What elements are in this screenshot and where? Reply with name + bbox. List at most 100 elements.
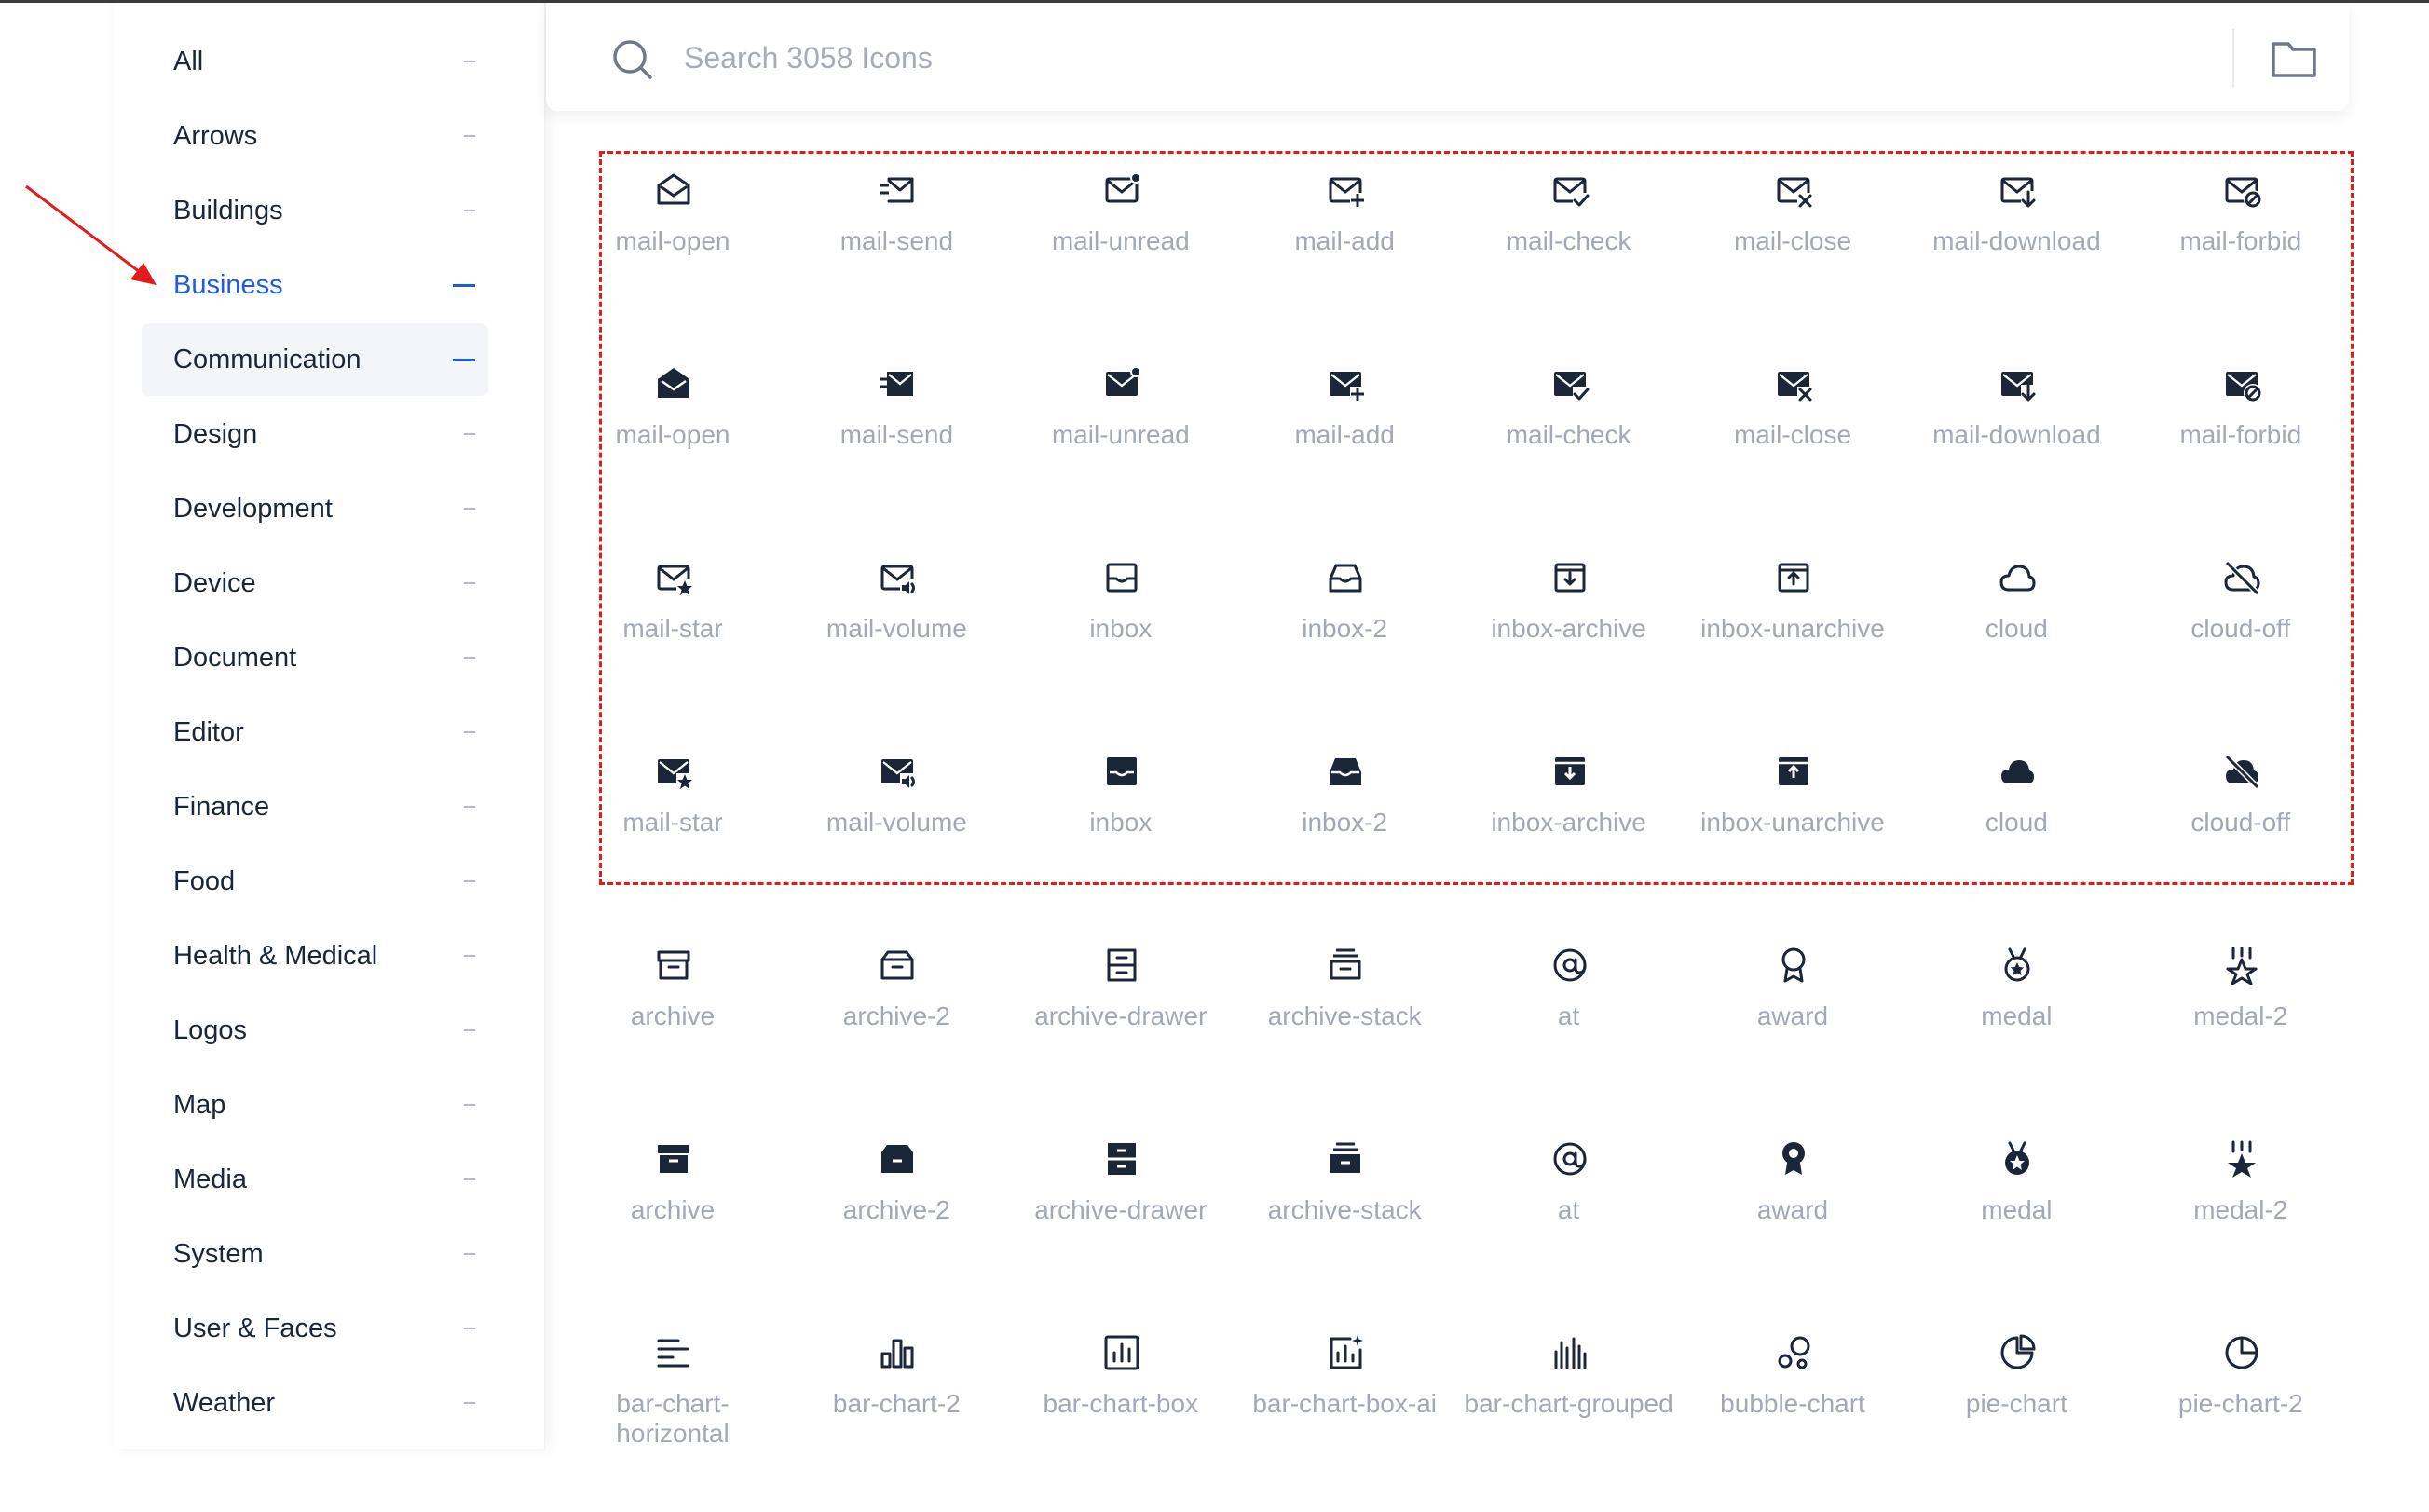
- icon-card-inbox-archive[interactable]: inbox-archive: [1457, 744, 1681, 931]
- icon-card-bar-chart-horizontal[interactable]: bar-chart-horizontal: [561, 1326, 785, 1512]
- icon-card-mail-volume[interactable]: mail-volume: [785, 551, 1008, 737]
- icon-card-pie-chart-2[interactable]: pie-chart-2: [2129, 1326, 2353, 1512]
- icon-card-mail-add[interactable]: mail-add: [1233, 357, 1456, 543]
- icon-card-mail-open[interactable]: mail-open: [561, 357, 785, 543]
- collapse-icon[interactable]: [464, 1253, 475, 1255]
- icon-card-medal-2[interactable]: medal-2: [2129, 1132, 2353, 1318]
- medal-icon: [2005, 1141, 2030, 1175]
- icon-card-bar-chart-2[interactable]: bar-chart-2: [785, 1326, 1008, 1512]
- icon-card-medal-2[interactable]: medal-2: [2129, 938, 2353, 1124]
- icon-card-award[interactable]: award: [1681, 1132, 1904, 1318]
- collapse-icon[interactable]: [464, 806, 475, 808]
- icon-label: mail-forbid: [2179, 226, 2302, 255]
- sidebar-item-user-faces[interactable]: User & Faces: [142, 1292, 488, 1365]
- icon-card-mail-add[interactable]: mail-add: [1233, 163, 1456, 349]
- icon-card-archive-drawer[interactable]: archive-drawer: [1009, 938, 1233, 1124]
- collapse-icon[interactable]: [464, 1029, 475, 1031]
- collapse-icon[interactable]: [464, 731, 475, 733]
- sidebar-item-food[interactable]: Food: [142, 845, 488, 918]
- search-input[interactable]: [682, 29, 1804, 87]
- icon-card-mail-download[interactable]: mail-download: [1904, 357, 2128, 543]
- collapse-icon[interactable]: [464, 1178, 475, 1180]
- sidebar-item-arrows[interactable]: Arrows: [142, 100, 488, 172]
- icon-card-archive-2[interactable]: archive-2: [785, 938, 1008, 1124]
- icon-label: archive-stack: [1267, 1001, 1422, 1030]
- sidebar-item-business[interactable]: Business: [142, 249, 488, 321]
- icon-card-inbox[interactable]: inbox: [1009, 551, 1233, 737]
- collapse-icon[interactable]: [464, 61, 475, 62]
- collapse-icon[interactable]: [464, 508, 475, 510]
- icon-card-mail-close[interactable]: mail-close: [1681, 357, 1904, 543]
- sidebar-item-map[interactable]: Map: [142, 1069, 488, 1141]
- icon-card-award[interactable]: award: [1681, 938, 1904, 1124]
- icon-card-cloud-off[interactable]: cloud-off: [2129, 551, 2353, 737]
- icon-card-cloud-off[interactable]: cloud-off: [2129, 744, 2353, 931]
- sidebar-item-communication[interactable]: Communication: [142, 323, 488, 396]
- sidebar-item-media[interactable]: Media: [142, 1143, 488, 1216]
- icon-card-at[interactable]: at: [1457, 938, 1681, 1124]
- sidebar-item-system[interactable]: System: [142, 1218, 488, 1290]
- icon-card-mail-check[interactable]: mail-check: [1457, 357, 1681, 543]
- sidebar-item-editor[interactable]: Editor: [142, 696, 488, 769]
- icon-card-archive[interactable]: archive: [561, 1132, 785, 1318]
- icon-card-bubble-chart[interactable]: bubble-chart: [1681, 1326, 1904, 1512]
- sidebar-item-development[interactable]: Development: [142, 472, 488, 545]
- icon-card-mail-send[interactable]: mail-send: [785, 357, 1008, 543]
- icon-card-inbox-2[interactable]: inbox-2: [1233, 551, 1456, 737]
- collapse-icon[interactable]: [464, 1104, 475, 1106]
- icon-card-mail-volume[interactable]: mail-volume: [785, 744, 1008, 931]
- sidebar-item-device[interactable]: Device: [142, 547, 488, 620]
- collapse-icon[interactable]: [464, 880, 475, 882]
- icon-card-pie-chart[interactable]: pie-chart: [1904, 1326, 2128, 1512]
- icon-card-bar-chart-box[interactable]: bar-chart-box: [1009, 1326, 1233, 1512]
- icon-card-mail-star[interactable]: mail-star: [561, 551, 785, 737]
- icon-card-archive-stack[interactable]: archive-stack: [1233, 938, 1456, 1124]
- sidebar-item-design[interactable]: Design: [142, 398, 488, 470]
- icon-card-mail-unread[interactable]: mail-unread: [1009, 163, 1233, 349]
- sidebar-item-document[interactable]: Document: [142, 621, 488, 694]
- icon-card-bar-chart-box-ai[interactable]: bar-chart-box-ai: [1233, 1326, 1456, 1512]
- icon-card-mail-open[interactable]: mail-open: [561, 163, 785, 349]
- icon-card-medal[interactable]: medal: [1904, 938, 2128, 1124]
- sidebar-item-all[interactable]: All: [142, 25, 488, 98]
- mail-add-icon: [1330, 372, 1366, 402]
- icon-card-inbox-2[interactable]: inbox-2: [1233, 744, 1456, 931]
- collapse-icon[interactable]: [464, 135, 475, 137]
- icon-card-inbox-archive[interactable]: inbox-archive: [1457, 551, 1681, 737]
- icon-card-cloud[interactable]: cloud: [1904, 744, 2128, 931]
- collapse-icon[interactable]: [464, 433, 475, 435]
- icon-card-mail-forbid[interactable]: mail-forbid: [2129, 163, 2353, 349]
- collapse-icon[interactable]: [464, 1328, 475, 1329]
- icon-card-mail-close[interactable]: mail-close: [1681, 163, 1904, 349]
- sidebar-item-weather[interactable]: Weather: [142, 1367, 488, 1439]
- icon-card-mail-unread[interactable]: mail-unread: [1009, 357, 1233, 543]
- icon-card-cloud[interactable]: cloud: [1904, 551, 2128, 737]
- icon-card-inbox[interactable]: inbox: [1009, 744, 1233, 931]
- sidebar-item-finance[interactable]: Finance: [142, 770, 488, 843]
- icon-card-inbox-unarchive[interactable]: inbox-unarchive: [1681, 551, 1904, 737]
- icon-card-mail-forbid[interactable]: mail-forbid: [2129, 357, 2353, 543]
- folder-icon[interactable]: [2270, 38, 2318, 79]
- sidebar-item-health-medical[interactable]: Health & Medical: [142, 919, 488, 992]
- icon-card-archive-drawer[interactable]: archive-drawer: [1009, 1132, 1233, 1318]
- collapse-icon[interactable]: [453, 358, 475, 361]
- collapse-icon[interactable]: [464, 657, 475, 659]
- icon-card-mail-send[interactable]: mail-send: [785, 163, 1008, 349]
- collapse-icon[interactable]: [464, 1402, 475, 1404]
- collapse-icon[interactable]: [464, 955, 475, 957]
- icon-card-archive-2[interactable]: archive-2: [785, 1132, 1008, 1318]
- icon-card-mail-check[interactable]: mail-check: [1457, 163, 1681, 349]
- collapse-icon[interactable]: [464, 582, 475, 584]
- icon-card-at[interactable]: at: [1457, 1132, 1681, 1318]
- collapse-icon[interactable]: [464, 210, 475, 211]
- icon-card-mail-download[interactable]: mail-download: [1904, 163, 2128, 349]
- icon-card-inbox-unarchive[interactable]: inbox-unarchive: [1681, 744, 1904, 931]
- icon-card-mail-star[interactable]: mail-star: [561, 744, 785, 931]
- icon-card-archive[interactable]: archive: [561, 938, 785, 1124]
- collapse-icon[interactable]: [453, 283, 475, 287]
- icon-card-medal[interactable]: medal: [1904, 1132, 2128, 1318]
- icon-card-archive-stack[interactable]: archive-stack: [1233, 1132, 1456, 1318]
- sidebar-item-logos[interactable]: Logos: [142, 994, 488, 1067]
- sidebar-item-buildings[interactable]: Buildings: [142, 174, 488, 247]
- icon-card-bar-chart-grouped[interactable]: bar-chart-grouped: [1457, 1326, 1681, 1512]
